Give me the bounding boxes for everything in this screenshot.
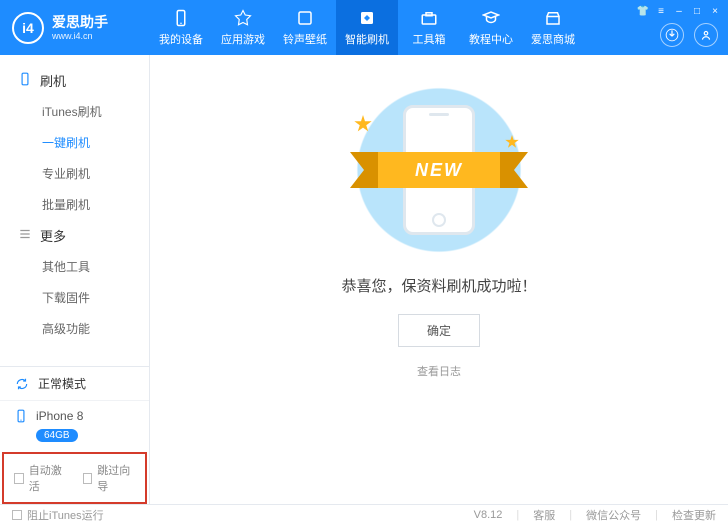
star-icon [354,115,372,133]
sidebar-item-pro-flash[interactable]: 专业刷机 [0,158,149,189]
mode-row[interactable]: 正常模式 [0,367,149,401]
logo-area: i4 爱思助手 www.i4.cn [0,12,150,44]
auto-activate-checkbox[interactable]: 自动激活 [14,462,67,494]
phone-icon [18,72,32,89]
update-link[interactable]: 检查更新 [672,507,716,523]
checkbox-icon [12,510,22,520]
device-row[interactable]: iPhone 8 64GB [0,401,149,450]
device-icon [171,8,191,28]
nav-my-device[interactable]: 我的设备 [150,0,212,55]
user-button[interactable] [694,23,718,47]
highlighted-options: 自动激活 跳过向导 [2,452,147,504]
sidebar-item-other-tools[interactable]: 其他工具 [0,251,149,282]
top-nav: 我的设备 应用游戏 铃声壁纸 智能刷机 工具箱 教程中心 爱思商城 [150,0,584,55]
block-itunes-checkbox[interactable]: 阻止iTunes运行 [12,507,104,523]
nav-ringtones[interactable]: 铃声壁纸 [274,0,336,55]
sidebar-item-oneclick-flash[interactable]: 一键刷机 [0,127,149,158]
sidebar-item-batch-flash[interactable]: 批量刷机 [0,189,149,220]
flash-icon [357,8,377,28]
wechat-link[interactable]: 微信公众号 [586,507,641,523]
apps-icon [233,8,253,28]
star-icon [505,135,519,149]
checkbox-icon [14,473,24,484]
nav-tutorial[interactable]: 教程中心 [460,0,522,55]
skip-guide-checkbox[interactable]: 跳过向导 [83,462,136,494]
view-log-link[interactable]: 查看日志 [417,363,461,379]
tutorial-icon [481,8,501,28]
more-icon [18,227,32,244]
maximize-button[interactable]: □ [690,4,704,18]
brand-name: 爱思助手 [52,14,108,31]
content-area: NEW 恭喜您，保资料刷机成功啦！ 确定 查看日志 [150,55,728,504]
menu-button[interactable]: ≡ [654,4,668,18]
app-header: i4 爱思助手 www.i4.cn 我的设备 应用游戏 铃声壁纸 智能刷机 工具… [0,0,728,55]
storage-badge: 64GB [36,429,78,442]
nav-store[interactable]: 爱思商城 [522,0,584,55]
sidebar-item-advanced[interactable]: 高级功能 [0,313,149,344]
version-label: V8.12 [474,509,503,521]
nav-toolbox[interactable]: 工具箱 [398,0,460,55]
header-right-controls [660,23,718,47]
sidebar: 刷机 iTunes刷机 一键刷机 专业刷机 批量刷机 更多 其他工具 下载固件 … [0,55,150,504]
nav-apps[interactable]: 应用游戏 [212,0,274,55]
mode-label: 正常模式 [38,375,86,392]
sidebar-group-flash: 刷机 [0,65,149,96]
sidebar-item-download-fw[interactable]: 下载固件 [0,282,149,313]
status-bar: 阻止iTunes运行 V8.12 | 客服 | 微信公众号 | 检查更新 [0,504,728,524]
nav-flash[interactable]: 智能刷机 [336,0,398,55]
skin-button[interactable]: 👕 [636,4,650,18]
wallpaper-icon [295,8,315,28]
minimize-button[interactable]: – [672,4,686,18]
brand-url: www.i4.cn [52,31,108,42]
store-icon [543,8,563,28]
device-phone-icon [14,409,28,423]
success-message: 恭喜您，保资料刷机成功啦！ [341,275,536,296]
new-ribbon: NEW [364,152,514,188]
refresh-icon [14,376,30,392]
sidebar-item-itunes-flash[interactable]: iTunes刷机 [0,96,149,127]
close-button[interactable]: × [708,4,722,18]
window-controls: 👕 ≡ – □ × [636,4,722,18]
checkbox-icon [83,473,93,484]
sidebar-group-more: 更多 [0,220,149,251]
device-name-label: iPhone 8 [36,409,83,423]
confirm-button[interactable]: 确定 [398,314,480,347]
support-link[interactable]: 客服 [533,507,555,523]
download-button[interactable] [660,23,684,47]
toolbox-icon [419,8,439,28]
success-illustration: NEW [319,85,559,255]
logo-icon: i4 [12,12,44,44]
